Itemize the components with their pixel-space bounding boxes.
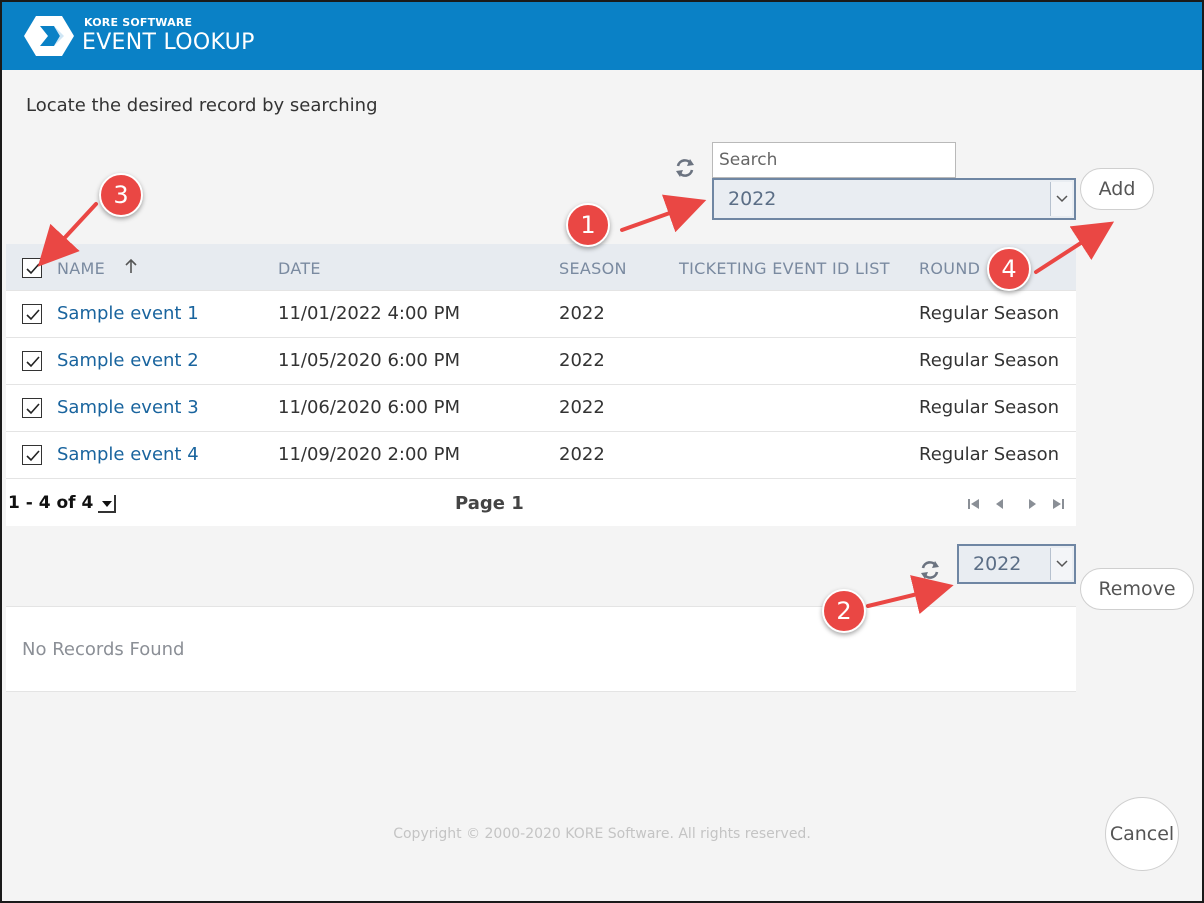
event-season: 2022 [559, 350, 605, 371]
column-header-season[interactable]: SEASON [559, 259, 627, 278]
event-round: Regular Season [919, 397, 1060, 418]
brand-name: KORE SOFTWARE [84, 16, 193, 29]
row-checkbox[interactable] [22, 398, 42, 418]
event-name-link[interactable]: Sample event 2 [57, 350, 199, 371]
row-checkbox[interactable] [22, 445, 42, 465]
grid-header: NAME DATE SEASON TICKETING EVENT ID LIST… [6, 244, 1076, 290]
lookup-window: KORE SOFTWARE EVENT LOOKUP Locate the de… [0, 0, 1204, 903]
checkbox-checked-icon [26, 403, 40, 415]
annotation-badge-3: 3 [99, 173, 143, 217]
record-count: 1 - 4 of 4 [8, 493, 94, 513]
checkbox-checked-icon [26, 356, 40, 368]
event-date: 11/09/2020 2:00 PM [278, 444, 460, 465]
annotation-badge-1: 1 [566, 203, 610, 247]
page-size-dropdown[interactable] [98, 495, 116, 513]
last-page-icon[interactable] [1050, 496, 1066, 512]
search-input[interactable] [712, 142, 956, 178]
prev-page-icon[interactable] [992, 496, 1008, 512]
select-all-checkbox[interactable] [22, 258, 42, 278]
refresh-icon[interactable] [673, 156, 697, 180]
row-checkbox[interactable] [22, 351, 42, 371]
checkbox-checked-icon [26, 309, 40, 321]
sort-up-icon[interactable] [124, 258, 138, 274]
app-header: KORE SOFTWARE EVENT LOOKUP [2, 2, 1202, 70]
event-date: 11/01/2022 4:00 PM [278, 303, 460, 324]
table-row[interactable]: Sample event 4 11/09/2020 2:00 PM 2022 R… [6, 431, 1076, 478]
chevron-down-icon [1056, 195, 1068, 203]
page-title: EVENT LOOKUP [82, 30, 255, 55]
annotation-badge-2: 2 [822, 589, 866, 633]
refresh-icon[interactable] [918, 558, 942, 582]
instruction-text: Locate the desired record by searching [26, 95, 378, 116]
column-header-name[interactable]: NAME [57, 259, 105, 278]
chevron-down-icon [1056, 560, 1068, 568]
event-season: 2022 [559, 444, 605, 465]
event-name-link[interactable]: Sample event 1 [57, 303, 199, 324]
events-grid: NAME DATE SEASON TICKETING EVENT ID LIST… [6, 244, 1076, 526]
event-name-link[interactable]: Sample event 3 [57, 397, 199, 418]
selected-events-grid: No Records Found [6, 606, 1076, 692]
event-round: Regular Season [919, 444, 1060, 465]
first-page-icon[interactable] [966, 496, 982, 512]
selected-season-value: 2022 [973, 553, 1022, 575]
checkbox-checked-icon [26, 263, 40, 275]
column-header-ticketing[interactable]: TICKETING EVENT ID LIST [679, 259, 890, 278]
checkbox-checked-icon [26, 450, 40, 462]
annotation-badge-4: 4 [987, 247, 1031, 291]
add-button[interactable]: Add [1080, 168, 1154, 210]
column-header-round[interactable]: ROUND [919, 259, 980, 278]
table-row[interactable]: Sample event 1 11/01/2022 4:00 PM 2022 R… [6, 290, 1076, 337]
remove-button[interactable]: Remove [1080, 568, 1194, 610]
empty-message: No Records Found [22, 639, 185, 660]
row-checkbox[interactable] [22, 304, 42, 324]
copyright-text: Copyright © 2000-2020 KORE Software. All… [393, 826, 811, 842]
cancel-button[interactable]: Cancel [1105, 797, 1179, 871]
kore-logo-icon [24, 16, 74, 56]
table-row[interactable]: Sample event 3 11/06/2020 6:00 PM 2022 R… [6, 384, 1076, 431]
event-date: 11/05/2020 6:00 PM [278, 350, 460, 371]
table-row[interactable]: Sample event 2 11/05/2020 6:00 PM 2022 R… [6, 337, 1076, 384]
grid-pager: 1 - 4 of 4 Page 1 [6, 478, 1076, 526]
event-season: 2022 [559, 397, 605, 418]
next-page-icon[interactable] [1024, 496, 1040, 512]
event-round: Regular Season [919, 303, 1060, 324]
event-season: 2022 [559, 303, 605, 324]
selected-season-toggle[interactable] [1050, 548, 1072, 580]
column-header-date[interactable]: DATE [278, 259, 321, 278]
event-name-link[interactable]: Sample event 4 [57, 444, 199, 465]
season-select-toggle[interactable] [1050, 182, 1072, 216]
event-date: 11/06/2020 6:00 PM [278, 397, 460, 418]
event-round: Regular Season [919, 350, 1060, 371]
selected-season-select[interactable]: 2022 [957, 544, 1076, 584]
season-select[interactable]: 2022 [712, 178, 1076, 220]
chevron-down-icon [102, 501, 112, 507]
page-label: Page 1 [455, 493, 524, 514]
season-select-value: 2022 [728, 188, 777, 210]
